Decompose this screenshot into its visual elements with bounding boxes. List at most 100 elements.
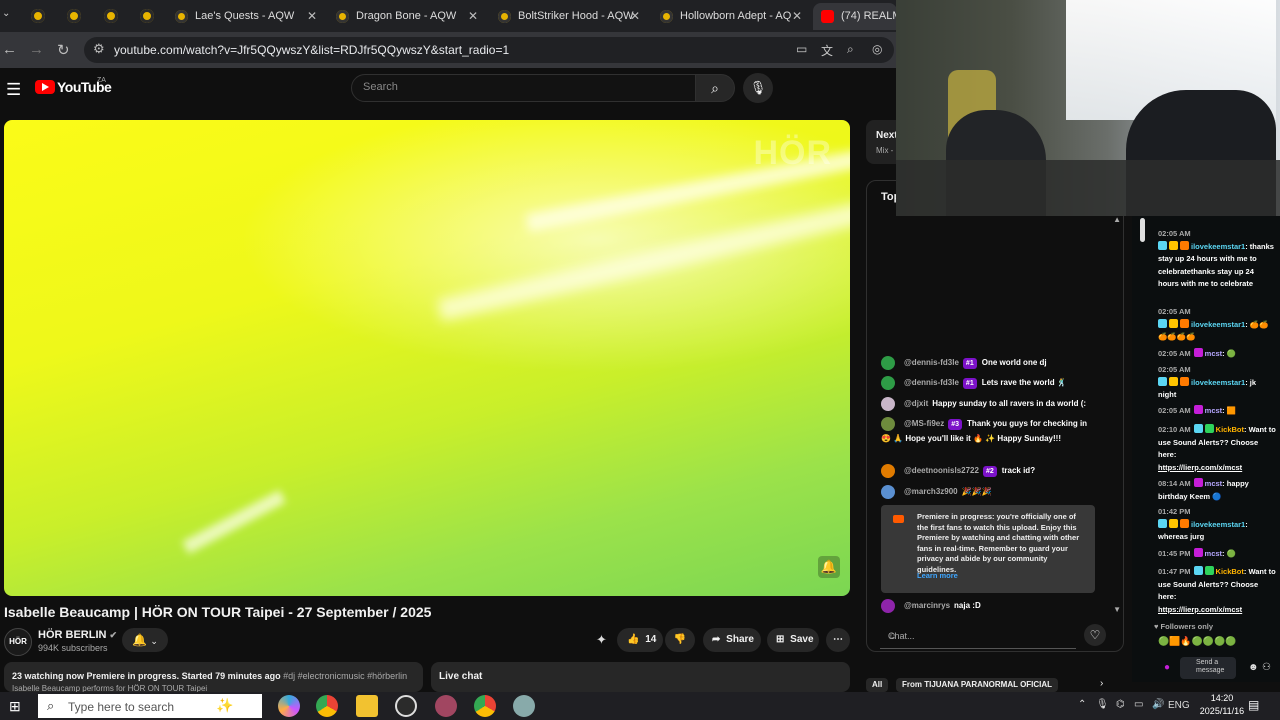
save-button[interactable]: ⊞ Save <box>767 628 819 652</box>
chip-all[interactable]: All <box>866 678 889 692</box>
browser-tab[interactable]: Dragon Bone - AQW ✕ <box>328 3 486 30</box>
notification-center-icon[interactable]: ▤ <box>1248 698 1259 712</box>
heart-reaction-button[interactable]: ♡ <box>1084 624 1106 646</box>
kick-username[interactable]: ilovekeemstar1 <box>1191 378 1245 387</box>
emote-bar[interactable]: 🟢🟧🔥🟢🟢🟢🟢 <box>1158 636 1236 647</box>
chat-author[interactable]: @marcinrys <box>904 601 950 610</box>
kick-username[interactable]: mcst <box>1205 406 1223 415</box>
up-next-card[interactable]: Next Mix - <box>866 120 898 164</box>
chat-author[interactable]: @dennis-fd3le <box>904 358 959 367</box>
chat-author[interactable]: @MS-fi9ez <box>904 419 944 428</box>
chat-author[interactable]: @deetnoonisls2722 <box>904 466 979 475</box>
chat-input[interactable]: Chat... ☺ <box>880 624 1076 649</box>
chevron-up-icon[interactable]: ⌃ <box>1078 699 1086 710</box>
cast-icon[interactable]: ▭ <box>796 42 807 56</box>
chip-channel[interactable]: From TIJUANA PARANORMAL OFICIAL <box>896 678 1059 692</box>
zoom-icon[interactable]: ⌕ <box>847 42 854 57</box>
emoji-icon[interactable]: ☺ <box>888 631 897 641</box>
avatar[interactable] <box>881 598 895 613</box>
close-tab-icon[interactable]: ✕ <box>307 9 317 23</box>
eye-off-icon[interactable]: ◎ <box>872 42 882 56</box>
video-player[interactable]: HÖR 🔔 <box>4 120 850 596</box>
address-bar[interactable]: ⚙ youtube.com/watch?v=Jfr5QQywszY&list=R… <box>84 37 894 63</box>
avatar[interactable] <box>881 355 895 370</box>
channel-avatar[interactable]: HÖR <box>4 628 32 656</box>
chat-author[interactable]: @dennis-fd3le <box>904 378 959 387</box>
volume-icon[interactable]: 🔊 <box>1152 699 1164 710</box>
kick-username[interactable]: KickBot <box>1216 425 1244 434</box>
kick-message-input[interactable]: Send a message <box>1180 657 1236 679</box>
clock-time[interactable]: 14:20 <box>1198 693 1246 703</box>
language-indicator[interactable]: ENG <box>1168 700 1190 711</box>
game-app-icon[interactable] <box>513 695 535 717</box>
scroll-up-icon[interactable]: ▲ <box>1113 215 1121 224</box>
kick-username[interactable]: mcst <box>1205 349 1223 358</box>
kick-username[interactable]: ilovekeemstar1 <box>1191 520 1245 529</box>
dislike-button[interactable]: 👎 <box>665 628 695 652</box>
avatar[interactable] <box>881 484 895 499</box>
reload-icon[interactable]: ↻ <box>57 41 70 59</box>
notification-bell-icon[interactable]: 🔔 <box>818 556 840 578</box>
close-tab-icon[interactable]: ✕ <box>468 9 478 23</box>
scroll-down-icon[interactable]: ▼ <box>1113 605 1121 614</box>
hashtags[interactable]: #dj #electronicmusic #hörberlin <box>283 671 407 681</box>
snipping-tool-icon[interactable] <box>435 695 457 717</box>
kick-link[interactable]: https://lierp.com/x/mcst <box>1158 462 1276 475</box>
voice-search-button[interactable]: 🎙 <box>743 73 773 103</box>
clock-date[interactable]: 2025/11/16 <box>1198 706 1246 716</box>
microphone-icon[interactable]: 🎙 <box>1096 699 1109 710</box>
avatar[interactable] <box>881 375 895 390</box>
pinned-tab-icon[interactable] <box>67 9 81 23</box>
channel-watermark[interactable]: HÖR <box>753 134 832 173</box>
kick-username[interactable]: KickBot <box>1216 567 1244 576</box>
obs-app-icon[interactable] <box>395 695 417 717</box>
pinned-tab-icon[interactable] <box>31 9 45 23</box>
learn-more-link[interactable]: Learn more <box>917 571 958 582</box>
users-icon[interactable]: ⚇ <box>1262 662 1271 673</box>
browser-tab[interactable]: Hollowborn Adept - AQ ✕ <box>652 3 810 30</box>
emote-picker-icon[interactable]: ☻ <box>1248 662 1259 673</box>
kick-link[interactable]: https://lierp.com/x/mcst <box>1158 604 1276 617</box>
browser-tab[interactable]: BoltStriker Hood - AQW ✕ <box>490 3 648 30</box>
scrollbar[interactable] <box>1140 218 1145 242</box>
kick-username[interactable]: mcst <box>1205 479 1223 488</box>
close-tab-icon[interactable]: ✕ <box>792 9 802 23</box>
windows-start-icon[interactable]: ⊞ <box>9 699 23 713</box>
taskbar-search-input[interactable]: ⌕ Type here to search ✨ <box>38 694 262 718</box>
translate-icon[interactable]: 文 <box>821 42 833 59</box>
kick-username[interactable]: mcst <box>1205 549 1223 558</box>
avatar[interactable] <box>881 416 895 431</box>
site-info-icon[interactable]: ⚙ <box>93 41 105 57</box>
chat-author[interactable]: @march3z900 <box>904 487 958 496</box>
url-text[interactable]: youtube.com/watch?v=Jfr5QQywszY&list=RDJ… <box>114 43 509 57</box>
display-icon[interactable]: ▭ <box>1134 699 1143 710</box>
back-icon[interactable]: ← <box>2 41 17 58</box>
file-explorer-icon[interactable] <box>356 695 378 717</box>
microphone-icon[interactable]: ● <box>1164 662 1170 673</box>
extension-icon[interactable]: ✦ <box>596 632 607 648</box>
tab-search-chevron-icon[interactable]: ⌄ <box>2 8 10 19</box>
search-button[interactable]: ⌕ <box>695 74 735 102</box>
chat-author[interactable]: @djxit <box>904 399 928 408</box>
avatar[interactable] <box>881 396 895 411</box>
browser-tab[interactable]: Lae's Quests - AQW ✕ <box>167 3 325 30</box>
channel-name[interactable]: HÖR BERLIN ✔ <box>38 629 117 641</box>
subscription-bell-button[interactable]: 🔔 ⌄ <box>122 628 168 652</box>
kick-username[interactable]: ilovekeemstar1 <box>1191 242 1245 251</box>
share-button[interactable]: ➦ Share <box>703 628 761 652</box>
like-button[interactable]: 👍 14 <box>617 628 663 652</box>
hamburger-menu-icon[interactable]: ☰ <box>6 80 21 100</box>
avatar[interactable] <box>881 463 895 478</box>
chevron-right-icon[interactable]: › <box>1100 678 1103 689</box>
pinned-tab-icon[interactable] <box>140 9 154 23</box>
live-chat-header[interactable]: Live chat <box>431 662 850 692</box>
pinned-tab-icon[interactable] <box>104 9 118 23</box>
chrome-profile-icon[interactable] <box>474 695 496 717</box>
network-icon[interactable]: ⌬ <box>1116 699 1125 710</box>
youtube-logo-icon[interactable] <box>35 80 55 94</box>
description-box[interactable]: 23 watching now Premiere in progress. St… <box>4 662 423 693</box>
search-input[interactable]: Search <box>351 74 696 102</box>
more-actions-button[interactable]: ⋯ <box>826 628 850 652</box>
chrome-app-icon[interactable] <box>316 695 338 717</box>
forward-icon[interactable]: → <box>29 41 44 58</box>
